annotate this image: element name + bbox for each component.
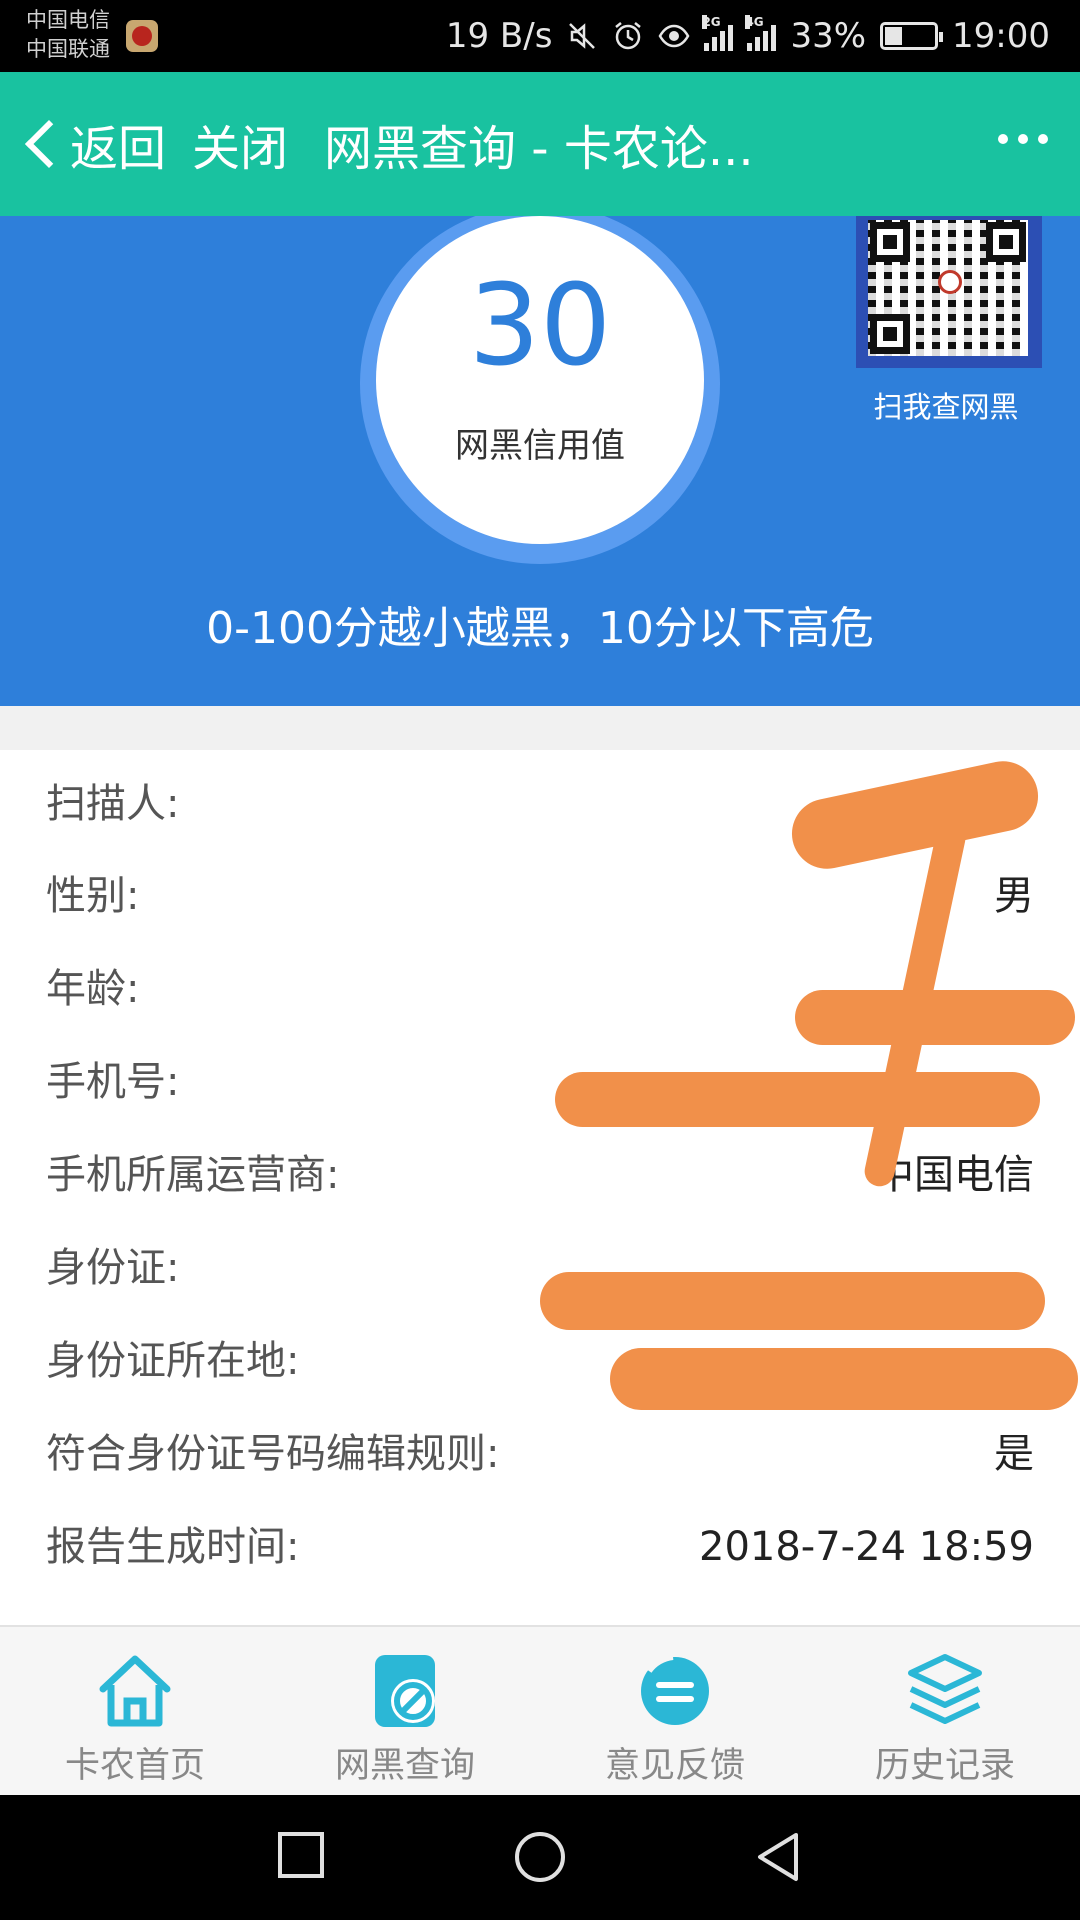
status-bar: 中国电信 中国联通 19 B/s 2G 4G 33% 19:00 xyxy=(0,0,1080,72)
info-row-id-valid: 符合身份证号码编辑规则: 是 xyxy=(0,1408,1080,1500)
info-value: 男 xyxy=(994,873,1034,919)
info-label: 报告生成时间: xyxy=(46,1524,300,1570)
redaction-mark xyxy=(555,1072,1040,1127)
qr-code-icon xyxy=(868,220,1028,356)
back-button[interactable]: 返回 xyxy=(18,109,166,179)
info-row-report-time: 报告生成时间: 2018-7-24 18:59 xyxy=(0,1501,1080,1593)
status-icons: 19 B/s 2G 4G 33% 19:00 xyxy=(446,14,1050,58)
title-bar: 返回 关闭 网黑查询 - 卡农论... xyxy=(0,72,1080,216)
battery-icon xyxy=(880,22,944,50)
clock: 19:00 xyxy=(952,16,1050,56)
layers-history-icon xyxy=(908,1654,982,1724)
mute-icon xyxy=(569,23,596,49)
score-circle: 30 网黑信用值 xyxy=(376,216,704,544)
eye-comfort-icon xyxy=(658,24,690,48)
battery-percent: 33% xyxy=(790,16,867,56)
score-explanation: 0-100分越小越黑，10分以下高危 xyxy=(206,603,874,654)
app-notification-icon xyxy=(126,20,158,52)
section-divider xyxy=(0,706,1080,750)
page-title: 网黑查询 - 卡农论... xyxy=(324,121,754,177)
info-value: 2018-7-24 18:59 xyxy=(699,1524,1034,1570)
carrier-names: 中国电信 中国联通 xyxy=(26,6,110,64)
info-label: 符合身份证号码编辑规则: xyxy=(46,1431,500,1477)
info-label: 扫描人: xyxy=(46,781,180,827)
redaction-mark xyxy=(795,990,1075,1045)
qr-caption: 扫我查网黑 xyxy=(873,390,1019,424)
blacklist-query-icon xyxy=(375,1655,435,1727)
tab-label: 历史记录 xyxy=(874,1746,1015,1786)
tab-label: 卡农首页 xyxy=(64,1746,205,1786)
info-label: 年龄: xyxy=(46,966,140,1012)
carrier-2: 中国联通 xyxy=(26,37,110,61)
info-value: 是 xyxy=(994,1431,1034,1477)
credit-score-value: 30 xyxy=(468,261,612,391)
redaction-mark xyxy=(540,1272,1045,1330)
qr-code[interactable] xyxy=(856,216,1042,368)
tab-label: 网黑查询 xyxy=(334,1746,475,1786)
tab-home[interactable]: 卡农首页 xyxy=(0,1627,270,1795)
feedback-icon xyxy=(641,1654,709,1725)
tab-label: 意见反馈 xyxy=(604,1746,745,1786)
chevron-left-icon xyxy=(24,119,74,169)
info-label: 身份证: xyxy=(46,1245,180,1291)
tab-history[interactable]: 历史记录 xyxy=(810,1627,1080,1795)
tab-blacklist-query[interactable]: 网黑查询 xyxy=(270,1627,540,1795)
tab-feedback[interactable]: 意见反馈 xyxy=(540,1627,810,1795)
close-button[interactable]: 关闭 xyxy=(192,109,288,179)
info-label: 手机所属运营商: xyxy=(46,1152,340,1198)
home-circle-icon[interactable] xyxy=(512,1829,568,1885)
credit-score-label: 网黑信用值 xyxy=(455,426,625,466)
alarm-icon xyxy=(615,22,642,50)
info-label: 身份证所在地: xyxy=(46,1338,300,1384)
bottom-tab-bar: 卡农首页 网黑查询 意见反馈 历史记录 xyxy=(0,1625,1080,1795)
info-label: 性别: xyxy=(46,873,140,919)
more-options-icon[interactable] xyxy=(998,134,1048,144)
recent-apps-icon[interactable] xyxy=(275,1829,327,1881)
battery-fill xyxy=(885,27,903,45)
info-label: 手机号: xyxy=(46,1059,180,1105)
system-nav-bar xyxy=(0,1795,1080,1920)
redaction-mark xyxy=(610,1348,1078,1410)
report-info-list: 扫描人: 性别: 男 年龄: 手机号: 手机所属运营商: 中国电信 身份证: 身… xyxy=(0,750,1080,1625)
signal-2g-icon: 2G xyxy=(702,15,734,51)
carrier-1: 中国电信 xyxy=(26,8,110,32)
back-triangle-icon[interactable] xyxy=(752,1829,804,1885)
net-speed: 19 B/s xyxy=(445,16,553,56)
score-header: 30 网黑信用值 扫我查网黑 0-100分越小越黑，10分以下高危 xyxy=(0,216,1080,706)
home-icon xyxy=(99,1655,171,1727)
signal-4g-icon: 4G xyxy=(745,15,777,51)
info-row-carrier: 手机所属运营商: 中国电信 xyxy=(0,1129,1080,1221)
back-label: 返回 xyxy=(70,121,167,177)
